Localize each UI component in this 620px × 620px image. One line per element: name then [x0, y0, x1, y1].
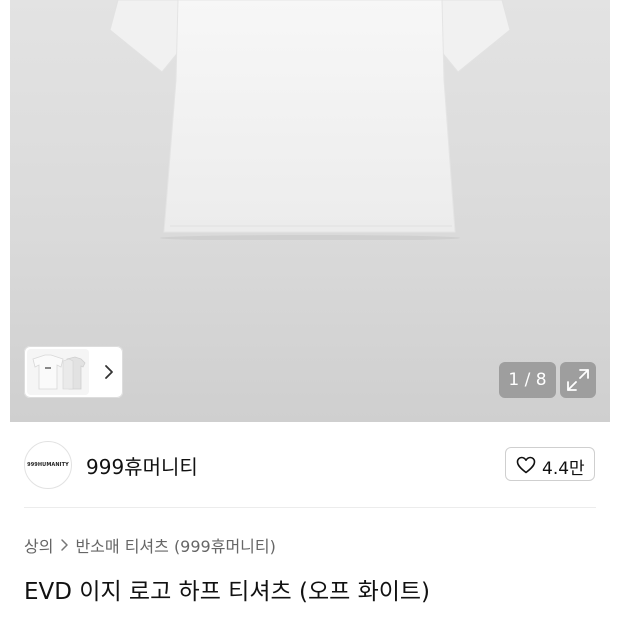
brand-name-link[interactable]: 999휴머니티: [86, 451, 198, 480]
brand-logo[interactable]: 999HUMANITY: [24, 441, 72, 489]
breadcrumb-item-subcategory[interactable]: 반소매 티셔츠 (999휴머니티): [75, 533, 275, 557]
thumbnail-image[interactable]: [27, 349, 89, 395]
gallery-edge-right: [610, 0, 620, 422]
product-title: EVD 이지 로고 하프 티셔츠 (오프 화이트): [24, 579, 431, 605]
chevron-right-icon[interactable]: [103, 362, 115, 382]
chevron-right-icon: [61, 539, 69, 551]
breadcrumb-item-category[interactable]: 상의: [24, 533, 53, 557]
tshirt-product-photo: [109, 0, 511, 240]
brand-row: 999HUMANITY 999휴머니티 4.4만: [0, 422, 620, 508]
like-button[interactable]: 4.4만: [505, 447, 595, 481]
thumbnail-strip[interactable]: [24, 346, 123, 398]
heart-outline-icon: [516, 456, 536, 474]
expand-arrows-icon: [567, 369, 589, 391]
brand-logo-text: 999HUMANITY: [27, 462, 69, 468]
divider: [24, 507, 596, 508]
like-count: 4.4만: [542, 459, 585, 479]
gallery-edge-left: [0, 0, 10, 422]
image-counter: 1 / 8: [499, 362, 556, 398]
product-image-gallery[interactable]: 1 / 8: [0, 0, 620, 422]
breadcrumb: 상의 반소매 티셔츠 (999휴머니티): [24, 533, 276, 557]
expand-button[interactable]: [560, 362, 596, 398]
